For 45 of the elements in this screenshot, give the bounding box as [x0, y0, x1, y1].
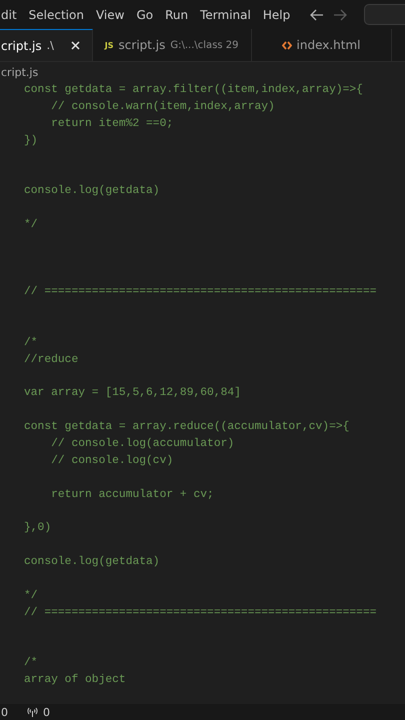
code-line: */ [24, 590, 38, 602]
command-search-field[interactable] [364, 4, 405, 25]
menu-item[interactable]: Selection [28, 8, 84, 22]
code-line: // ================================================= [24, 606, 377, 619]
editor-tab[interactable]: JS script.js G:\...\class 29 [92, 29, 252, 61]
code-line: // console.log(cv) [50, 454, 174, 467]
menu-item[interactable]: Terminal [200, 8, 251, 22]
code-line: return item%2 ==0; [50, 118, 174, 130]
code-line: array of object [24, 674, 126, 686]
code-line: /* [24, 336, 38, 349]
tab-label: index.html [296, 38, 360, 52]
tab-label: cript.js [1, 38, 42, 52]
code-brackets-icon [282, 40, 292, 50]
javascript-file-icon: JS [104, 40, 114, 50]
ports-count[interactable]: 0 [43, 706, 50, 718]
code-line: */ [24, 218, 38, 231]
antenna-icon [27, 707, 38, 717]
code-line: return accumulator + cv; [50, 488, 214, 501]
tab-label: script.js [118, 38, 166, 52]
code-line: console.log(getdata) [24, 185, 160, 198]
code-line: //reduce [24, 354, 78, 366]
code-line: var array = [15,5,6,12,89,60,84] [24, 387, 241, 400]
back-arrow-icon[interactable] [310, 8, 324, 20]
menu-item[interactable]: Go [136, 8, 154, 22]
menu-item[interactable]: Run [165, 8, 188, 22]
tab-path: G:\...\class 29 [170, 40, 239, 50]
editor-tab[interactable]: index.html [252, 29, 392, 61]
breadcrumb[interactable]: cript.js [1, 66, 38, 78]
menu-item[interactable]: Help [262, 8, 290, 22]
code-line: // console.warn(item,index,array) [50, 100, 275, 113]
code-line: }) [24, 134, 38, 147]
editor-tab[interactable]: cript.js .\ [0, 29, 93, 61]
code-line: },0) [24, 522, 52, 534]
code-line: const getdata = array.reduce((accumulator,cv)=>{ [24, 421, 350, 434]
menu-item[interactable]: dit [1, 8, 17, 22]
code-line: console.log(getdata) [24, 556, 160, 568]
code-line: // ================================================= [24, 286, 377, 298]
tab-path: .\ [46, 39, 54, 52]
menu-item[interactable]: View [96, 8, 124, 22]
forward-arrow-icon[interactable] [333, 8, 347, 20]
error-count[interactable]: 0 [1, 706, 8, 718]
code-line: const getdata = array.filter((item,index,array)=>{ [24, 84, 363, 96]
code-line: /* [24, 657, 38, 670]
code-line: // console.log(accumulator) [50, 438, 234, 450]
close-icon[interactable] [70, 41, 80, 50]
